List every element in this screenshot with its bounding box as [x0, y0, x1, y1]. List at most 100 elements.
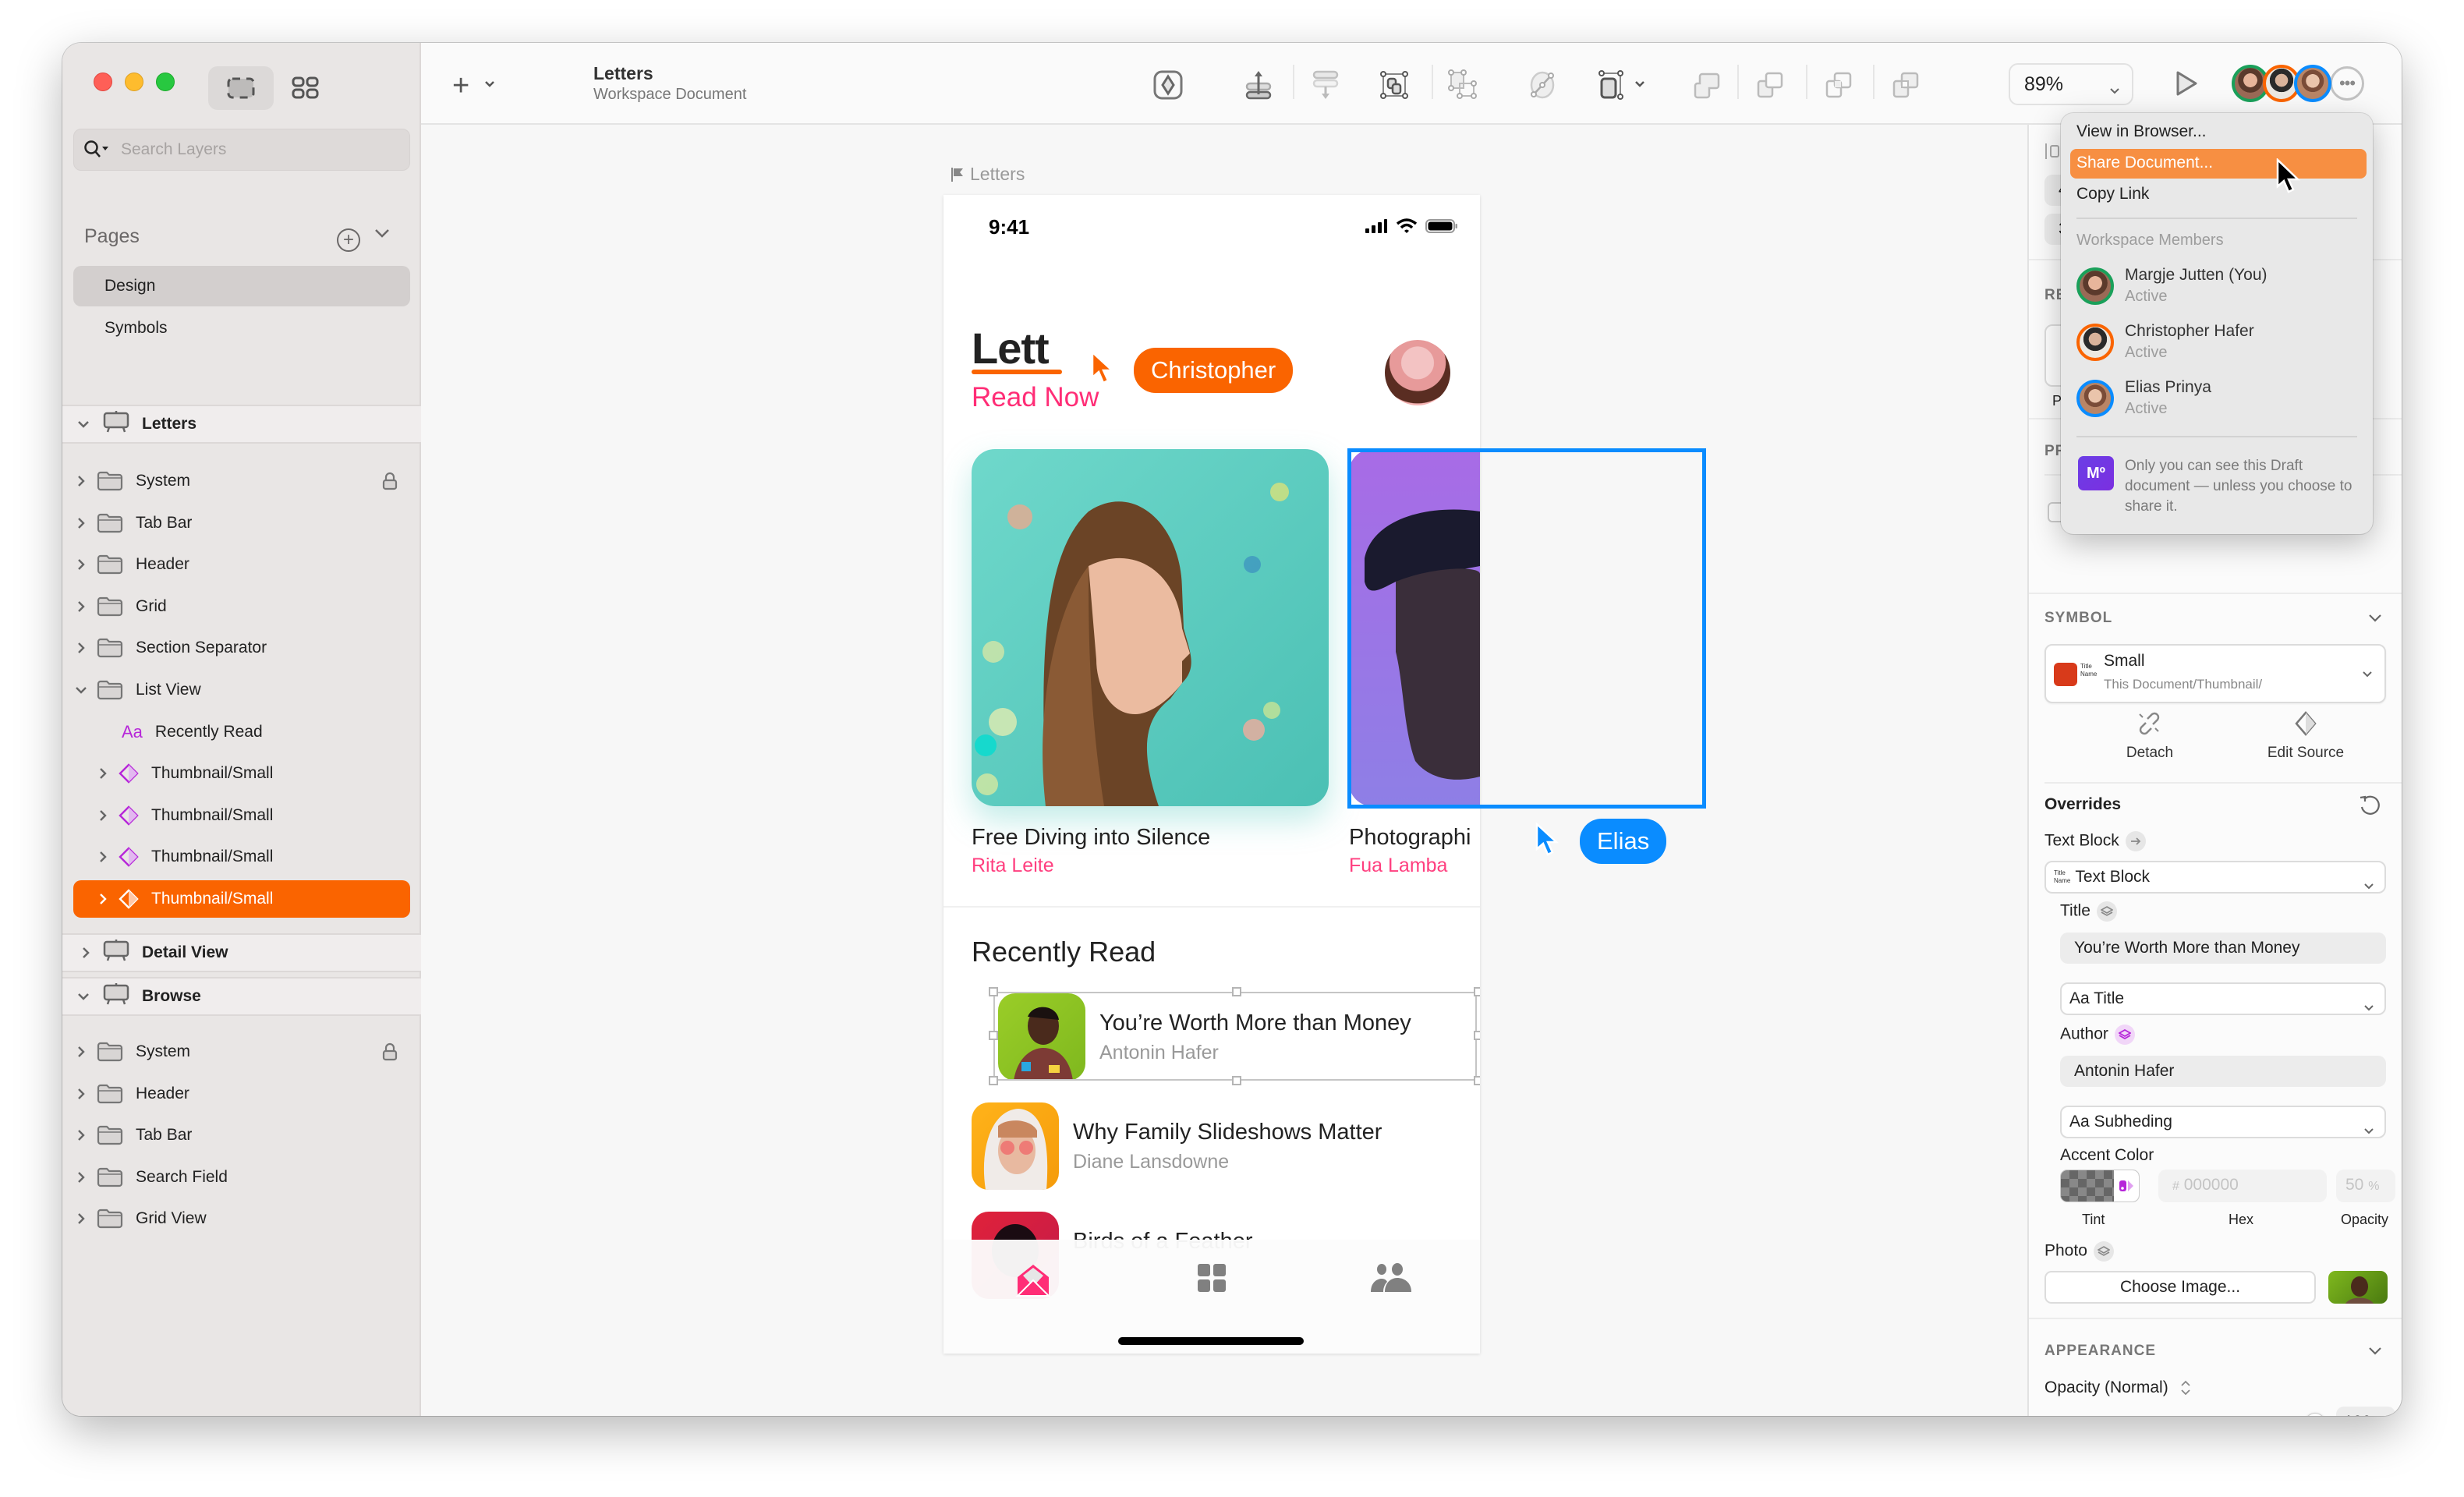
opacity-slider-knob[interactable]: [2305, 1413, 2325, 1416]
chevron-down-icon[interactable]: [73, 685, 89, 695]
title-override-input[interactable]: You’re Worth More than Money: [2060, 933, 2386, 964]
chevron-right-icon[interactable]: [73, 1170, 89, 1184]
opacity-input[interactable]: 100%: [2336, 1407, 2395, 1416]
accent-opacity-input[interactable]: 50 %: [2336, 1170, 2395, 1202]
page-symbols[interactable]: Symbols: [73, 308, 410, 349]
add-page-button[interactable]: +: [337, 228, 360, 252]
tab-grid[interactable]: [1197, 1263, 1227, 1297]
text-block-select[interactable]: Title Name Text Block: [2044, 861, 2386, 894]
resize-handle[interactable]: [989, 1031, 998, 1040]
artboard-title[interactable]: Letters: [950, 164, 1025, 185]
list-item[interactable]: Why Family Slideshows Matter Diane Lansd…: [972, 1102, 1455, 1190]
zoom-window-button[interactable]: [156, 73, 175, 91]
resize-menu-button[interactable]: [1634, 79, 1646, 93]
profile-avatar[interactable]: [1385, 340, 1450, 405]
chevron-right-icon[interactable]: [62, 946, 97, 960]
collapse-appearance-button[interactable]: [2367, 1346, 2383, 1361]
tint-swatch[interactable]: [2060, 1170, 2140, 1202]
artboard-detail-view[interactable]: Detail View: [62, 933, 421, 972]
collapse-pages-button[interactable]: [373, 227, 391, 243]
author-override-input[interactable]: Antonin Hafer: [2060, 1056, 2386, 1087]
chevron-right-icon[interactable]: [73, 641, 89, 655]
resize-handle[interactable]: [1474, 1076, 1480, 1085]
choose-image-button[interactable]: Choose Image...: [2044, 1271, 2316, 1304]
chevron-right-icon[interactable]: [73, 474, 89, 488]
featured-card-image[interactable]: [972, 449, 1329, 806]
layer-header[interactable]: Header: [73, 546, 410, 583]
close-window-button[interactable]: [94, 73, 112, 91]
tab-people[interactable]: [1371, 1263, 1413, 1297]
resize-handle[interactable]: [1474, 1031, 1480, 1040]
chevron-down-icon[interactable]: [62, 992, 97, 1001]
edit-path-button[interactable]: [1524, 66, 1561, 104]
edit-source-button[interactable]: Edit Source: [2247, 711, 2364, 762]
layer-tab-bar[interactable]: Tab Bar: [73, 1117, 410, 1154]
group-button[interactable]: [1375, 66, 1413, 104]
layer-recently-read[interactable]: Aa Recently Read: [73, 713, 410, 751]
layer-thumbnail-small[interactable]: Thumbnail/Small: [73, 797, 410, 834]
resize-handle[interactable]: [989, 987, 998, 996]
minimize-window-button[interactable]: [125, 73, 143, 91]
ungroup-button[interactable]: [1444, 66, 1482, 104]
preview-button[interactable]: [2174, 69, 2199, 101]
chevron-right-icon[interactable]: [95, 766, 111, 780]
resize-handle[interactable]: [1232, 1076, 1241, 1085]
layer-section-separator[interactable]: Section Separator: [73, 629, 410, 667]
app-title[interactable]: Lett: [972, 323, 1050, 373]
author-style-select[interactable]: Aa Subheding: [2060, 1106, 2386, 1138]
menu-item-view-in-browser[interactable]: View in Browser...: [2076, 122, 2207, 141]
chevron-down-icon[interactable]: [62, 419, 97, 429]
page-design[interactable]: Design: [73, 266, 410, 306]
components-view-button[interactable]: [273, 66, 338, 110]
layer-list-view[interactable]: List View: [73, 671, 410, 709]
collapse-symbol-button[interactable]: [2367, 613, 2383, 628]
resize-handle[interactable]: [989, 1076, 998, 1085]
bring-forward-button[interactable]: [1240, 66, 1277, 104]
more-collaborators-button[interactable]: •••: [2330, 66, 2364, 101]
chevron-right-icon[interactable]: [73, 1045, 89, 1059]
layer-thumbnail-small[interactable]: Thumbnail/Small: [73, 880, 410, 918]
menu-item-share-document[interactable]: Share Document...: [2070, 149, 2367, 179]
tab-letters[interactable]: [1015, 1263, 1051, 1301]
menu-item-copy-link[interactable]: Copy Link: [2076, 185, 2149, 203]
chevron-right-icon[interactable]: [73, 1212, 89, 1226]
insert-button[interactable]: +: [452, 71, 469, 101]
chevron-right-icon[interactable]: [95, 850, 111, 864]
insert-menu-button[interactable]: [483, 79, 496, 93]
avatar-elias[interactable]: [2294, 65, 2331, 102]
artboard-letters[interactable]: Letters: [62, 405, 421, 444]
intersect-button[interactable]: [1820, 66, 1857, 104]
lock-icon[interactable]: [382, 472, 398, 495]
canvas-view-button[interactable]: [208, 66, 274, 110]
read-now-label[interactable]: Read Now: [972, 382, 1099, 413]
layer-header[interactable]: Header: [73, 1075, 410, 1113]
hex-input[interactable]: # 000000: [2158, 1170, 2327, 1202]
resize-handle[interactable]: [1232, 987, 1241, 996]
photo-thumbnail[interactable]: [2328, 1271, 2388, 1304]
chevron-right-icon[interactable]: [73, 600, 89, 614]
chevron-right-icon[interactable]: [73, 516, 89, 530]
symbol-source-select[interactable]: Title Name Small This Document/Thumbnail/: [2044, 644, 2386, 703]
layer-system[interactable]: System: [73, 1033, 410, 1071]
layer-thumbnail-small[interactable]: Thumbnail/Small: [73, 838, 410, 876]
search-layers-input[interactable]: [121, 140, 386, 159]
resize-handle[interactable]: [1474, 987, 1480, 996]
layer-grid-view[interactable]: Grid View: [73, 1200, 410, 1237]
resize-button[interactable]: [1594, 66, 1631, 104]
send-backward-button[interactable]: [1307, 66, 1344, 104]
chevron-right-icon[interactable]: [73, 1128, 89, 1142]
chevron-right-icon[interactable]: [73, 557, 89, 572]
member-christopher[interactable]: Christopher Hafer Active: [2076, 322, 2357, 369]
zoom-level-select[interactable]: 89%: [2009, 63, 2133, 105]
layer-tab-bar[interactable]: Tab Bar: [73, 504, 410, 542]
lock-icon[interactable]: [382, 1042, 398, 1066]
chevron-right-icon[interactable]: [73, 1087, 89, 1101]
difference-button[interactable]: [1887, 66, 1924, 104]
chevron-right-icon[interactable]: [95, 892, 111, 906]
search-layers-field[interactable]: [73, 129, 410, 171]
layer-thumbnail-small[interactable]: Thumbnail/Small: [73, 755, 410, 792]
member-elias[interactable]: Elias Prinya Active: [2076, 378, 2357, 425]
subtract-button[interactable]: [1751, 66, 1789, 104]
arrow-right-icon[interactable]: [2125, 831, 2146, 851]
blend-mode-select[interactable]: Opacity (Normal): [2044, 1378, 2192, 1397]
